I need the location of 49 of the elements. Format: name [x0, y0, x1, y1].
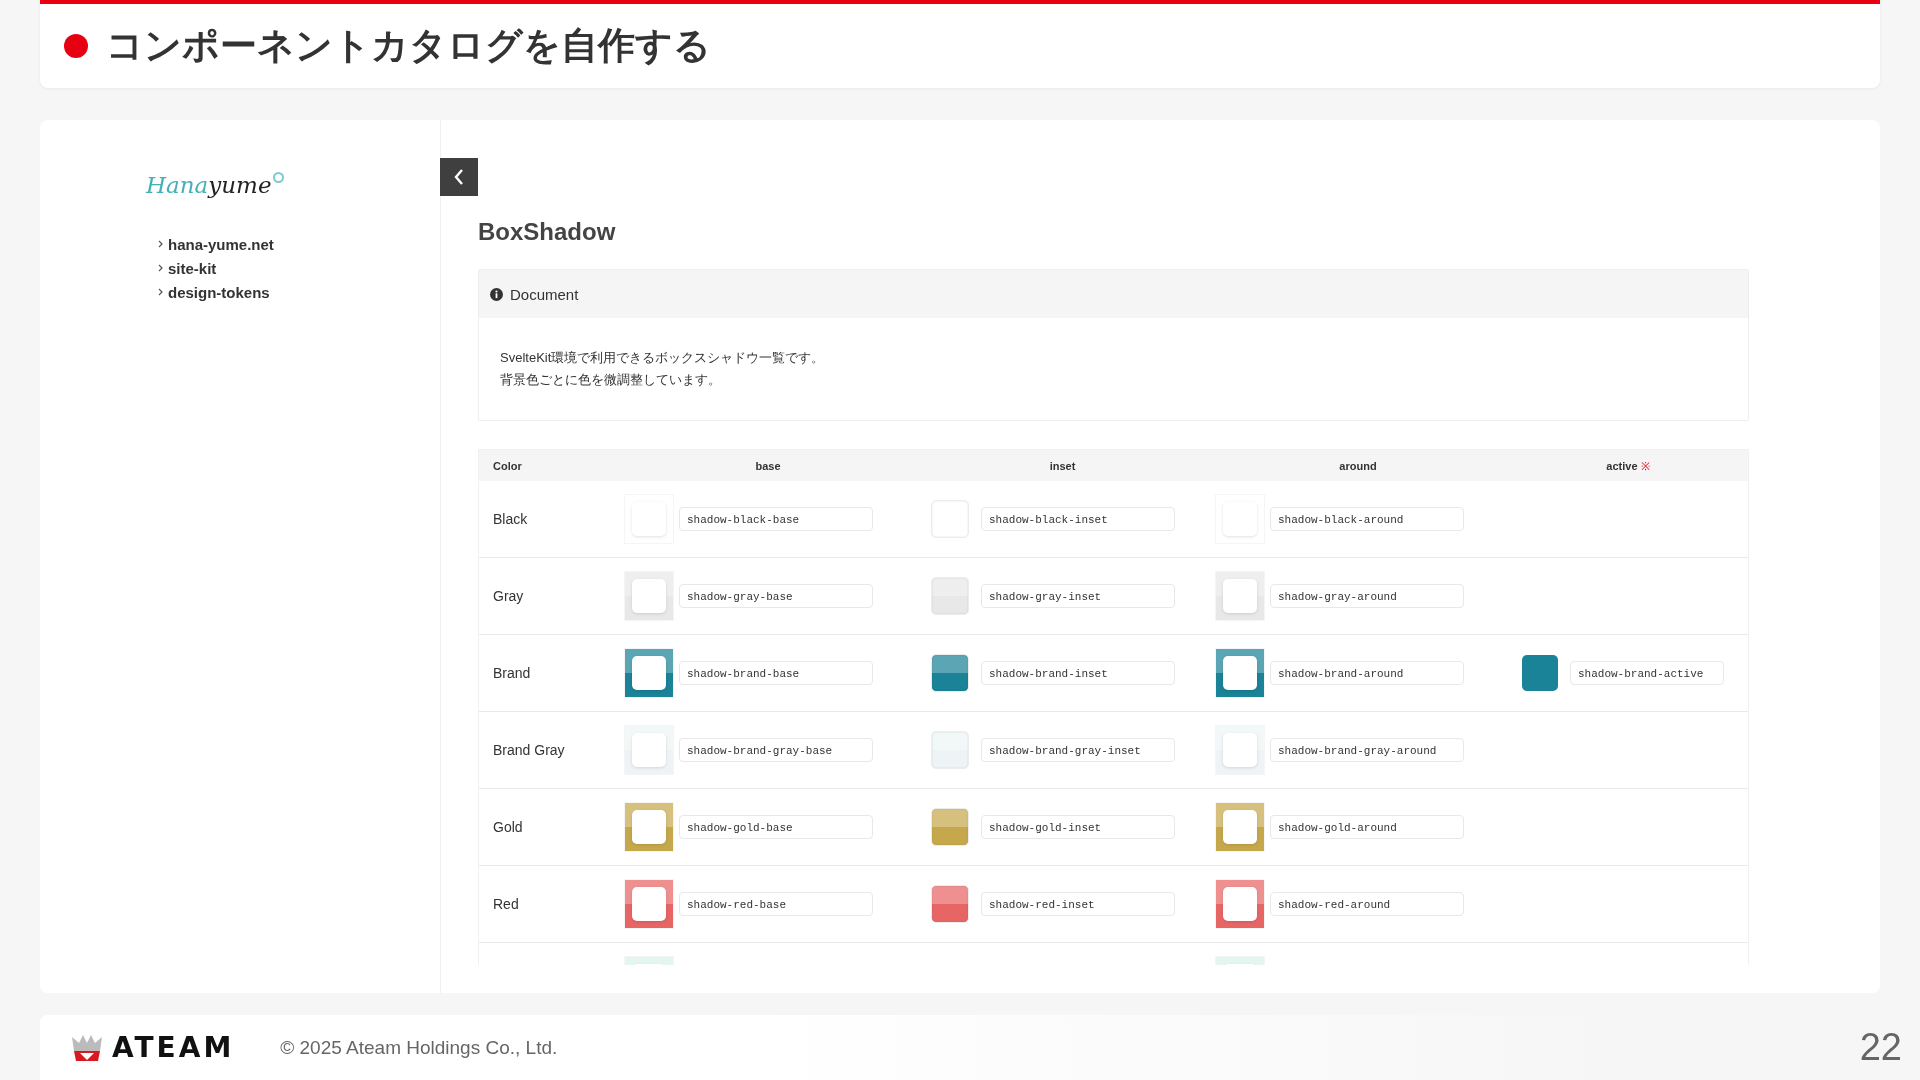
bullet-icon [64, 34, 88, 58]
token-field[interactable]: shadow-brand-gray-inset [981, 738, 1175, 762]
chevron-icon [158, 288, 163, 296]
slide-title: コンポーネントカタログを自作する [106, 23, 711, 69]
column-header: inset [1048, 459, 1077, 472]
chevron-icon [158, 264, 163, 272]
token-field[interactable]: shadow-brand-base [679, 661, 873, 685]
token-field[interactable]: shadow-red-base [679, 892, 873, 916]
chevron-icon [158, 240, 163, 248]
column-header: Color [492, 459, 523, 472]
token-field[interactable]: shadow-gold-around [1270, 815, 1464, 839]
description-text: 背景色ごとに色を微調整しています。 [500, 371, 722, 389]
description-text: SvelteKit環境で利用できるボックスシャドウ一覧です。 [500, 349, 826, 367]
token-field[interactable]: shadow-gray-base [679, 584, 873, 608]
color-name: Brand [492, 665, 532, 681]
nav-link[interactable]: design-tokens [168, 283, 270, 301]
brand-logo: ATEAM [112, 1031, 235, 1064]
column-header: active ※ [1605, 459, 1651, 473]
token-field[interactable]: shadow-gold-base [679, 815, 873, 839]
token-field[interactable]: shadow-red-inset [981, 892, 1175, 916]
column-header: around [1338, 459, 1378, 472]
color-name: Gold [492, 819, 524, 835]
color-name: Gray [492, 588, 525, 604]
token-field[interactable]: shadow-black-base [679, 507, 873, 531]
color-name: Red [492, 896, 520, 912]
token-field[interactable]: shadow-black-around [1270, 507, 1464, 531]
page-number: 22 [1858, 1026, 1902, 1069]
column-header: base [754, 459, 782, 472]
info-icon [490, 287, 503, 301]
color-name: Brand Gray [492, 742, 566, 758]
color-name: Black [492, 511, 529, 527]
token-field[interactable]: shadow-brand-gray-base [679, 738, 873, 762]
token-field[interactable]: shadow-gray-inset [981, 584, 1175, 608]
token-field[interactable]: shadow-brand-inset [981, 661, 1175, 685]
site-logo: Hanayume [146, 172, 284, 198]
token-field[interactable]: shadow-red-around [1270, 892, 1464, 916]
token-field[interactable]: shadow-brand-around [1270, 661, 1464, 685]
page-heading: BoxShadow [478, 218, 617, 246]
chevron-left-icon [453, 168, 465, 186]
nav-link[interactable]: hana-yume.net [168, 235, 274, 253]
token-field[interactable]: shadow-brand-active [1570, 661, 1724, 685]
token-field[interactable]: shadow-black-inset [981, 507, 1175, 531]
token-field[interactable]: shadow-gold-inset [981, 815, 1175, 839]
token-field[interactable]: shadow-gray-around [1270, 584, 1464, 608]
token-field[interactable]: shadow-brand-gray-around [1270, 738, 1464, 762]
nav-link[interactable]: site-kit [168, 259, 217, 277]
back-button[interactable] [440, 158, 478, 196]
copyright-text: © 2025 Ateam Holdings Co., Ltd. [280, 1036, 558, 1059]
panel-title: Document [510, 285, 579, 303]
